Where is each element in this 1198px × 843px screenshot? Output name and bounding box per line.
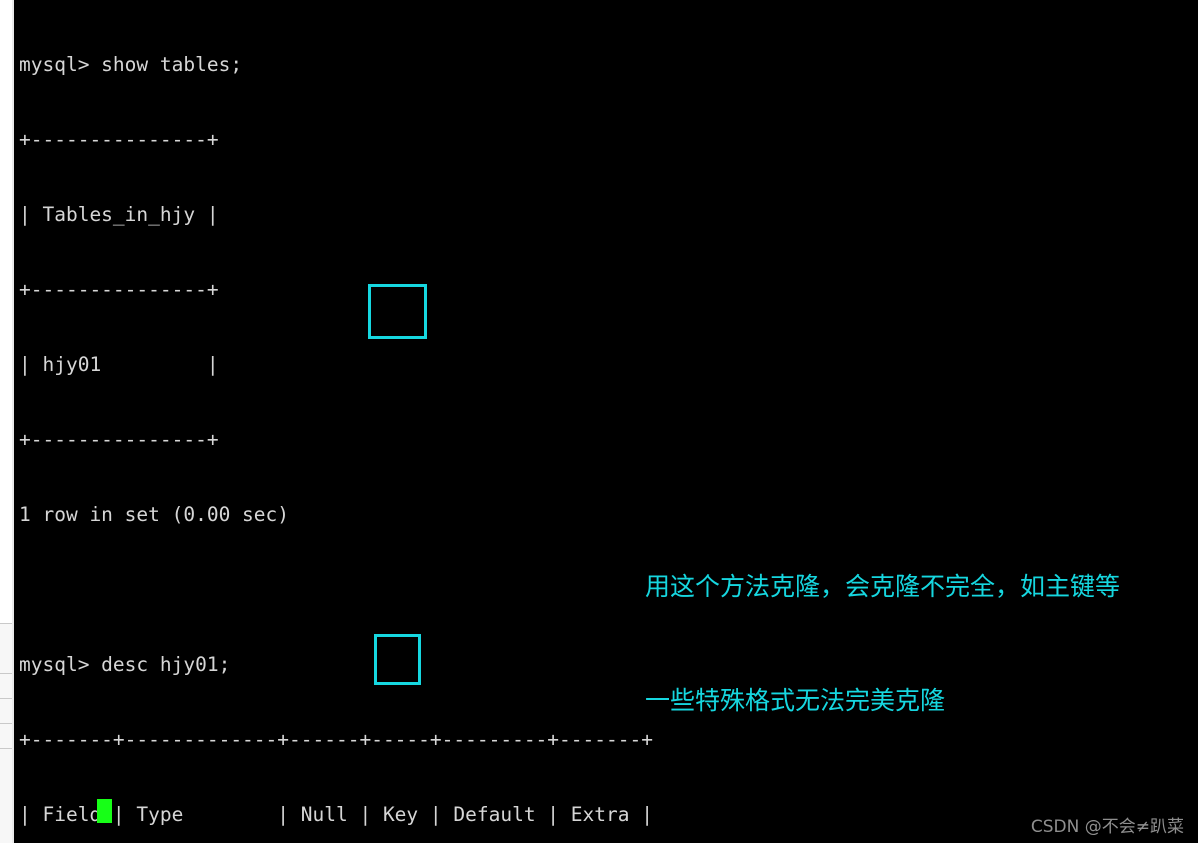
terminal-line: +---------------+ <box>19 128 219 151</box>
terminal-line: | Field | Type | Null | Key | Default | … <box>19 803 653 826</box>
terminal-line: +-------+-------------+------+-----+----… <box>19 728 653 751</box>
page-gutter <box>0 0 14 843</box>
annotation-line-2: 一些特殊格式无法完美克隆 <box>645 686 946 715</box>
highlight-box-empty-key <box>374 634 421 685</box>
terminal-line: mysql> desc hjy01; <box>19 653 231 676</box>
terminal-line: | hjy01 | <box>19 353 219 376</box>
terminal-line: | Tables_in_hjy | <box>19 203 219 226</box>
annotation-note: 用这个方法克隆，会克隆不完全，如主键等 一些特殊格式无法完美克隆 <box>645 492 1120 796</box>
terminal-line: +---------------+ <box>19 428 219 451</box>
highlight-box-primary-key <box>368 284 427 339</box>
terminal-cursor <box>97 799 112 823</box>
gutter-edge <box>12 0 14 843</box>
terminal-line: +---------------+ <box>19 278 219 301</box>
terminal-line: mysql> show tables; <box>19 53 243 76</box>
terminal-output: mysql> show tables; +---------------+ | … <box>19 2 653 843</box>
annotation-line-1: 用这个方法克隆，会克隆不完全，如主键等 <box>645 572 1121 601</box>
terminal-screenshot: mysql> show tables; +---------------+ | … <box>0 0 1198 843</box>
terminal-line: 1 row in set (0.00 sec) <box>19 503 290 526</box>
csdn-watermark: CSDN @不会≠趴菜 <box>1030 817 1184 837</box>
